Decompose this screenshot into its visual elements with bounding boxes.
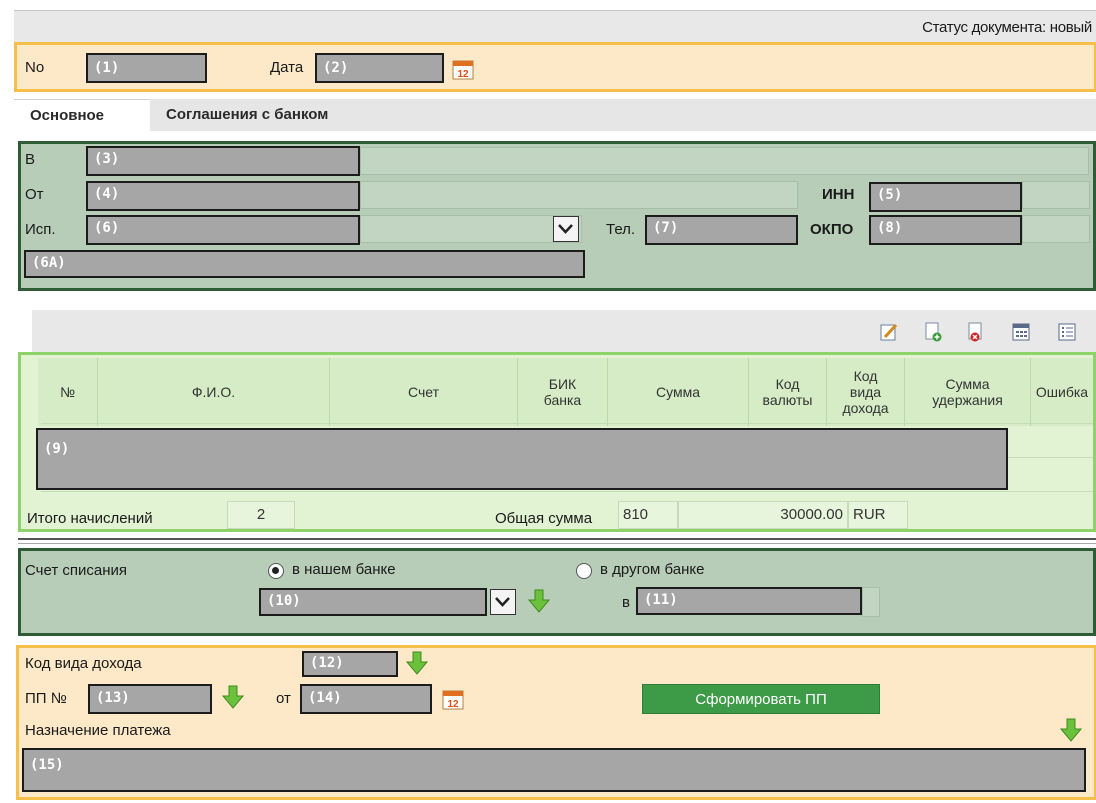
income-code-label: Код вида дохода [25,655,142,672]
table-row [41,491,1093,492]
calendar-icon[interactable]: 12 [452,58,474,80]
column-header-number[interactable]: № [38,358,98,426]
green-down-arrow-icon[interactable] [1060,718,1082,742]
radio-our-bank-label[interactable]: в нашем банке [292,561,396,578]
date-label: Дата [270,59,304,76]
okpo-field-strip [1022,215,1090,243]
total-accruals-value: 2 [227,501,295,529]
delete-document-icon[interactable] [967,322,985,342]
calendar-icon[interactable]: 12 [442,688,464,710]
debit-account-field[interactable]: (10) [259,588,487,616]
add-document-icon[interactable] [924,322,942,342]
svg-text:12: 12 [457,69,469,80]
inn-field[interactable]: (5) [869,182,1022,212]
generate-payment-order-button[interactable]: Сформировать ПП [642,684,880,714]
payment-purpose-label: Назначение платежа [25,722,171,739]
chevron-down-icon [495,597,510,607]
tab-bar: Основное Соглашения с банком [14,99,1096,131]
svg-text:12: 12 [447,699,459,710]
executor-label: Исп. [25,221,56,238]
chevron-down-icon [558,224,573,234]
green-down-arrow-icon[interactable] [528,589,550,613]
other-bank-field-strip [862,587,880,617]
radio-other-bank-label[interactable]: в другом банке [600,561,704,578]
executor-dropdown-button[interactable] [553,216,579,242]
from-field-strip [360,181,798,209]
executor-dropdown-strip [360,215,582,243]
column-header-income-code[interactable]: Код вида дохода [827,358,905,426]
date-field[interactable]: (2) [315,53,444,83]
document-status: Статус документа: новый [922,19,1092,36]
number-label: No [25,59,45,76]
column-header-currency[interactable]: Код валюты [749,358,827,426]
total-sum-currency: RUR [848,501,908,529]
other-bank-field[interactable]: (11) [636,587,862,615]
total-sum-value: 30000.00 [678,501,848,529]
number-field[interactable]: (1) [86,53,207,83]
pp-number-field[interactable]: (13) [88,684,212,714]
from-label: От [25,186,44,203]
debit-account-label: Счет списания [25,562,127,579]
green-down-arrow-icon[interactable] [406,651,428,675]
okpo-field[interactable]: (8) [869,215,1022,245]
edit-icon[interactable] [880,322,898,342]
debit-account-dropdown-button[interactable] [490,589,516,615]
payment-purpose-field[interactable]: (15) [22,748,1086,792]
inn-label: ИНН [822,186,855,203]
list-icon[interactable] [1058,322,1076,342]
column-header-account[interactable]: Счет [330,358,518,426]
status-bar: Статус документа: новый [14,10,1096,44]
section-divider [18,538,1096,540]
to-field-strip [360,147,1089,175]
total-sum-code: 810 [618,501,678,529]
to-label: В [25,151,36,168]
other-bank-in-label: в [622,594,630,611]
radio-our-bank[interactable] [268,563,284,579]
table-rows-masked[interactable]: (9) [36,428,1008,490]
total-sum-label: Общая сумма [495,510,593,527]
pp-date-label: от [276,690,291,707]
okpo-label: ОКПО [810,221,854,238]
tab-main[interactable]: Основное [14,99,150,131]
green-down-arrow-icon[interactable] [222,685,244,709]
from-field[interactable]: (4) [86,181,360,211]
tab-bank-agreements[interactable]: Соглашения с банком [150,99,345,131]
debit-account-panel [18,548,1096,636]
column-header-withholding[interactable]: Сумма удержания [905,358,1031,426]
table-toolbar [32,310,1096,354]
pp-number-label: ПП № [25,690,67,707]
total-accruals-label: Итого начислений [27,510,153,527]
executor-field[interactable]: (6) [86,215,360,245]
radio-other-bank[interactable] [576,563,592,579]
inn-field-strip [1022,181,1090,209]
income-code-field[interactable]: (12) [302,651,398,677]
to-field[interactable]: (3) [86,146,360,176]
extra-field[interactable]: (6A) [24,250,585,278]
phone-label: Тел. [606,221,636,238]
column-header-error[interactable]: Ошибка [1031,358,1093,426]
column-header-name[interactable]: Ф.И.О. [98,358,330,426]
calculator-icon[interactable] [1012,322,1030,342]
column-header-bik[interactable]: БИК банка [518,358,608,426]
section-divider [18,543,1096,544]
phone-field[interactable]: (7) [645,215,798,245]
column-header-amount[interactable]: Сумма [608,358,749,426]
pp-date-field[interactable]: (14) [300,684,432,714]
table-row [41,423,1093,424]
